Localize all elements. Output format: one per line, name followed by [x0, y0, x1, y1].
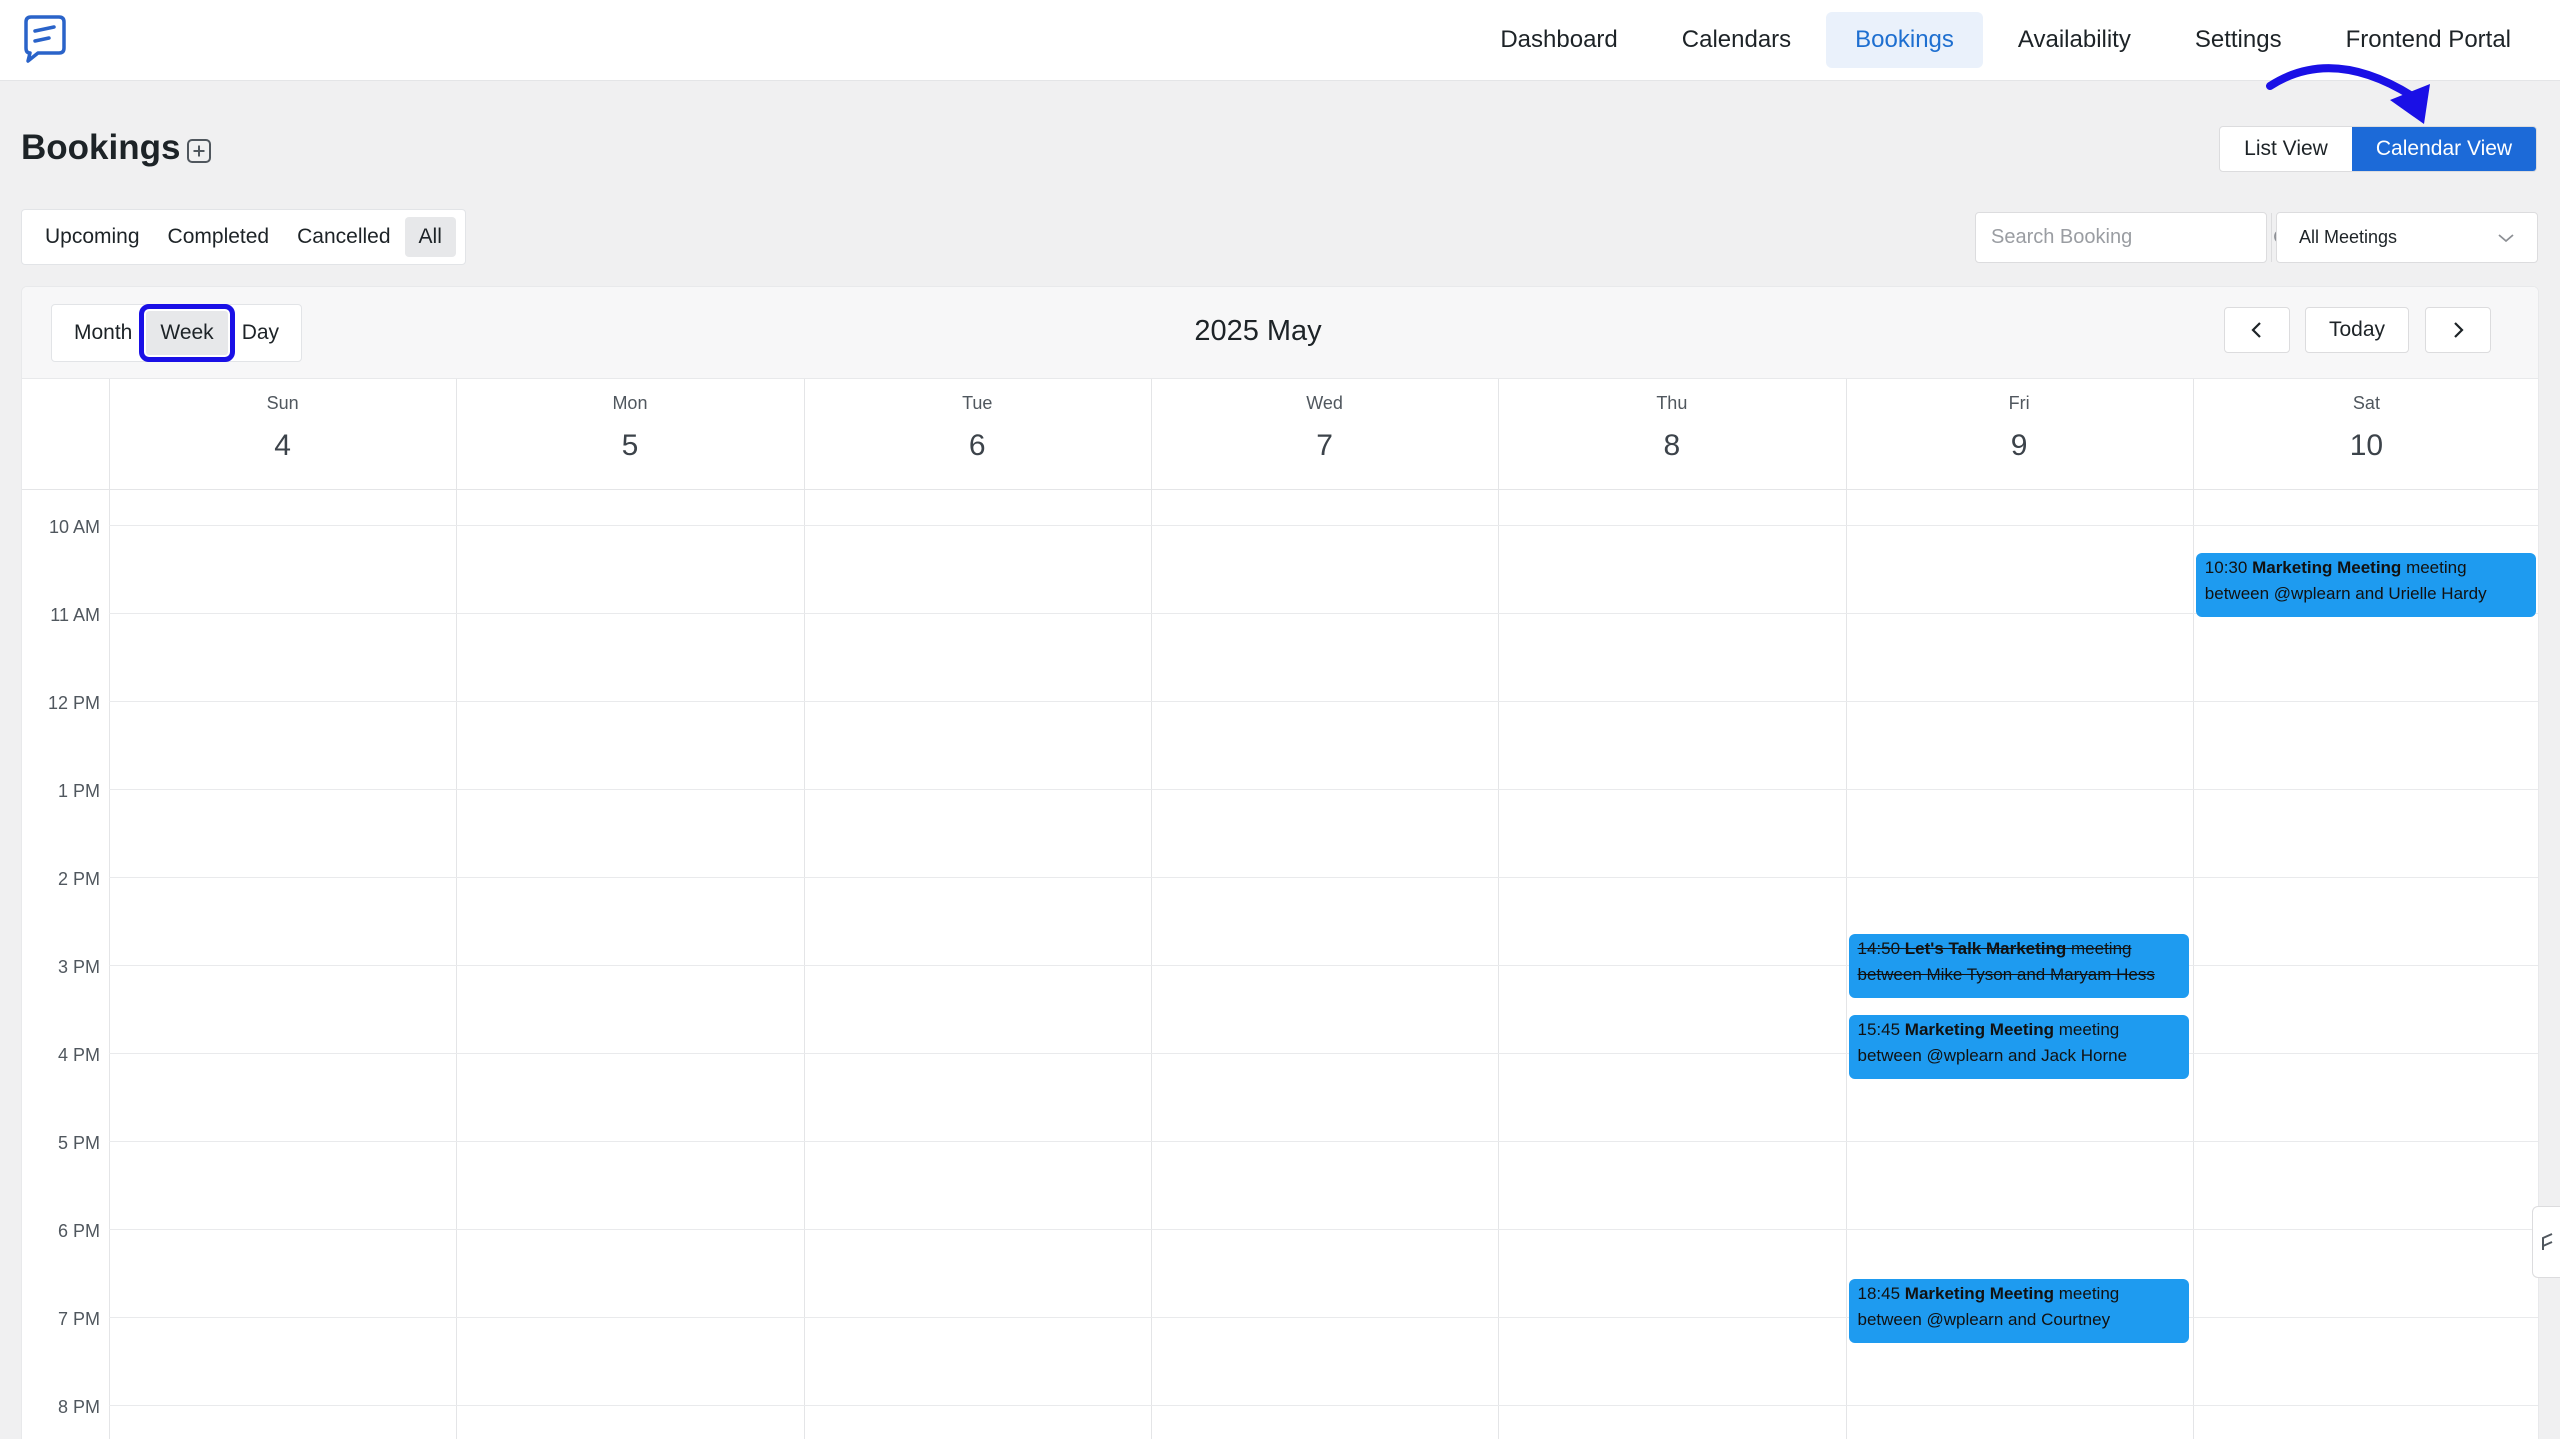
page-title: Bookings	[21, 128, 181, 167]
nav-availability[interactable]: Availability	[1989, 12, 2160, 68]
list-view-button[interactable]: List View	[2220, 127, 2352, 171]
day-column-line	[109, 379, 110, 1439]
header-separator	[22, 489, 2538, 490]
week-grid: Sun 4 Mon 5 Tue 6 Wed 7 Thu 8 Fri 9 Sat 10 10 AM 11 AM 1…	[22, 379, 2538, 1439]
chevron-right-icon	[2454, 322, 2464, 338]
event-time: 14:50	[1857, 939, 1901, 959]
event-title: Marketing Meeting	[2252, 558, 2402, 577]
day-number[interactable]: 6	[804, 429, 1151, 463]
day-header-sat: Sat 10	[2193, 379, 2538, 489]
hour-line	[109, 789, 2538, 790]
hour-line	[109, 1405, 2538, 1406]
time-label: 11 AM	[50, 605, 100, 625]
day-column-line	[456, 379, 458, 1439]
today-button[interactable]: Today	[2305, 307, 2409, 353]
time-label: 4 PM	[57, 1045, 100, 1065]
time-label: 3 PM	[57, 957, 100, 977]
time-label: 6 PM	[57, 1221, 100, 1241]
nav-dashboard[interactable]: Dashboard	[1471, 12, 1646, 68]
time-label: 7 PM	[57, 1309, 100, 1329]
event-title: Marketing Meeting	[1904, 1020, 2055, 1039]
booking-event[interactable]: 14:50 Let's Talk Marketing meeting betwe…	[1848, 934, 2189, 999]
time-label: 2 PM	[57, 869, 100, 889]
day-column-line	[2192, 379, 2194, 1439]
day-name: Wed	[1306, 393, 1343, 413]
time-label: 8 PM	[57, 1397, 100, 1417]
nav-bookings[interactable]: Bookings	[1826, 12, 1983, 68]
search-input[interactable]	[1976, 213, 2271, 262]
day-column-line	[1150, 379, 1152, 1439]
side-panel-handle[interactable]	[2532, 1206, 2560, 1278]
expand-icon	[2541, 1233, 2552, 1250]
day-number[interactable]: 10	[2193, 429, 2538, 463]
event-time: 10:30	[2204, 558, 2248, 577]
event-title: Let's Talk Marketing	[1904, 939, 2067, 959]
day-header-fri: Fri 9	[1846, 379, 2193, 489]
hour-line	[109, 613, 2538, 614]
time-label: 12 PM	[47, 693, 100, 713]
calendar: Month Week Day 2025 May Today Sun 4 Mon 5 Tu…	[21, 286, 2539, 1439]
status-filter-tabs: Upcoming Completed Cancelled All	[21, 209, 466, 265]
hour-line	[109, 1141, 2538, 1142]
day-header-sun: Sun 4	[109, 379, 456, 489]
day-number[interactable]: 8	[1498, 429, 1845, 463]
chevron-left-icon	[2251, 322, 2261, 338]
meeting-select[interactable]: All Meetings	[2276, 212, 2538, 263]
day-column-line	[1845, 379, 1847, 1439]
booking-event[interactable]: 10:30 Marketing Meeting meeting between …	[2195, 553, 2537, 617]
app-logo-icon[interactable]	[20, 14, 68, 64]
prev-week-button[interactable]	[2224, 307, 2290, 353]
day-header-mon: Mon 5	[456, 379, 803, 489]
day-name: Sun	[266, 393, 299, 413]
next-week-button[interactable]	[2425, 307, 2491, 353]
hour-line	[109, 701, 2538, 702]
event-time: 15:45	[1857, 1020, 1901, 1039]
day-number[interactable]: 4	[109, 429, 456, 463]
day-header-tue: Tue 6	[804, 379, 1151, 489]
day-header-thu: Thu 8	[1498, 379, 1845, 489]
view-switch: List View Calendar View	[2219, 126, 2537, 172]
event-time: 18:45	[1857, 1284, 1901, 1303]
day-name: Thu	[1656, 393, 1688, 413]
status-tab-upcoming[interactable]: Upcoming	[31, 217, 154, 257]
status-tab-cancelled[interactable]: Cancelled	[283, 217, 404, 257]
day-header-wed: Wed 7	[1151, 379, 1498, 489]
status-tab-all[interactable]: All	[404, 217, 456, 257]
time-label: 10 AM	[48, 517, 100, 537]
annotation-arrow-icon	[2266, 64, 2430, 124]
day-name: Sat	[2352, 393, 2380, 413]
hour-line	[109, 1229, 2538, 1230]
day-name: Fri	[2008, 393, 2030, 413]
event-title: Marketing Meeting	[1904, 1284, 2055, 1303]
calendar-toolbar: Month Week Day 2025 May Today	[22, 287, 2538, 379]
calendar-view-button[interactable]: Calendar View	[2352, 127, 2536, 171]
booking-event[interactable]: 15:45 Marketing Meeting meeting between …	[1848, 1015, 2189, 1079]
meeting-select-value: All Meetings	[2299, 227, 2398, 247]
day-number[interactable]: 5	[456, 429, 803, 463]
hour-line	[109, 525, 2538, 526]
nav-calendars[interactable]: Calendars	[1653, 12, 1820, 68]
day-number[interactable]: 7	[1151, 429, 1498, 463]
top-bar: Dashboard Calendars Bookings Availabilit…	[0, 0, 2560, 81]
calendar-title: 2025 May	[1194, 315, 1322, 347]
day-name: Tue	[962, 393, 993, 413]
day-name: Mon	[612, 393, 648, 413]
chevron-down-icon	[2498, 233, 2514, 242]
day-column-line	[803, 379, 805, 1439]
status-tab-completed[interactable]: Completed	[154, 217, 284, 257]
hour-line	[109, 877, 2538, 878]
time-label: 1 PM	[57, 781, 100, 801]
day-number[interactable]: 9	[1846, 429, 2193, 463]
add-booking-icon[interactable]	[186, 138, 212, 164]
time-label: 5 PM	[57, 1133, 100, 1153]
booking-event[interactable]: 18:45 Marketing Meeting meeting between …	[1848, 1279, 2189, 1343]
search-box	[1975, 212, 2292, 263]
day-column-line	[1498, 379, 1500, 1439]
